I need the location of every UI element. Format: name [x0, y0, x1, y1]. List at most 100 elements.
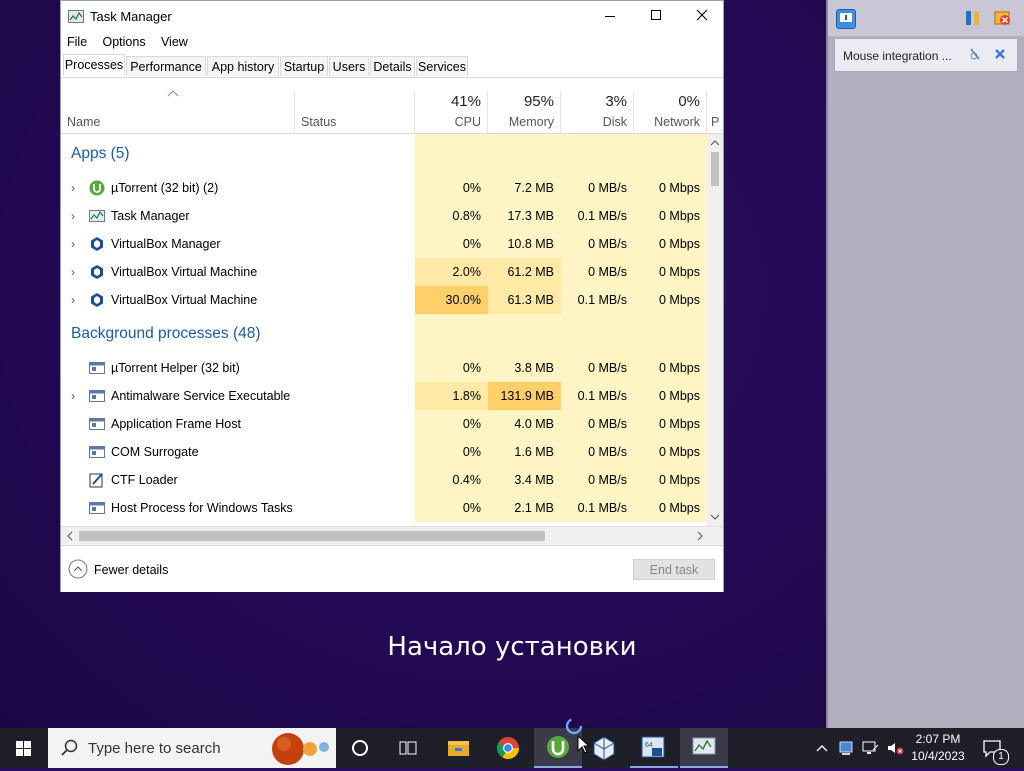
- table-row[interactable]: › Antimalware Service Executable 1.8% 131.9…: [61, 382, 707, 410]
- process-icon: [89, 388, 105, 404]
- fewer-details-link[interactable]: Fewer details: [94, 563, 168, 577]
- search-highlight-icon: [268, 730, 332, 769]
- start-button[interactable]: [0, 728, 48, 768]
- tab-users[interactable]: Users: [329, 56, 369, 76]
- process-network: 0 Mbps: [634, 410, 707, 438]
- table-row[interactable]: CTF Loader 0.4% 3.4 MB 0 MB/s 0 Mbps: [61, 466, 707, 494]
- taskbar: Type here to search 64 2:07 PM 10/4/2023: [0, 728, 1024, 768]
- table-row[interactable]: Application Frame Host 0% 4.0 MB 0 MB/s 0 Mb…: [61, 410, 707, 438]
- column-cpu[interactable]: 41% CPU: [415, 91, 488, 133]
- table-row[interactable]: › VirtualBox Manager 0% 10.8 MB 0 MB/s 0 Mbps: [61, 230, 707, 258]
- process-network: 0 Mbps: [634, 202, 707, 230]
- process-name: CTF Loader: [111, 473, 178, 487]
- expand-chevron-icon[interactable]: ›: [67, 258, 79, 286]
- process-cpu: 0%: [415, 354, 488, 382]
- process-memory: 61.2 MB: [488, 258, 561, 286]
- process-network: 0 Mbps: [634, 438, 707, 466]
- disk-total: 3%: [605, 93, 627, 110]
- network-total: 0%: [678, 93, 700, 110]
- expand-chevron-icon[interactable]: ›: [67, 202, 79, 230]
- process-disk: 0 MB/s: [561, 174, 634, 202]
- tab-startup[interactable]: Startup: [280, 56, 328, 76]
- process-network: 0 Mbps: [634, 382, 707, 410]
- cortana-button[interactable]: [336, 728, 384, 768]
- volume-muted-icon[interactable]: [886, 740, 904, 759]
- tab-app-history[interactable]: App history: [207, 56, 279, 76]
- process-disk: 0 MB/s: [561, 230, 634, 258]
- expand-chevron-icon[interactable]: ›: [67, 382, 79, 410]
- utorrent-icon: [89, 180, 105, 196]
- column-disk[interactable]: 3% Disk: [561, 91, 634, 133]
- table-row[interactable]: › VirtualBox Virtual Machine 2.0% 61.2 MB 0 …: [61, 258, 707, 286]
- menu-file[interactable]: File: [61, 32, 93, 52]
- column-memory[interactable]: 95% Memory: [488, 91, 561, 133]
- task-view-button[interactable]: [384, 728, 432, 768]
- column-network[interactable]: 0% Network: [634, 91, 707, 133]
- horizontal-scrollbar[interactable]: [61, 526, 723, 545]
- task-manager-icon: [89, 208, 105, 224]
- column-name[interactable]: Name: [61, 90, 295, 133]
- table-row[interactable]: Host Process for Windows Tasks 0% 2.1 MB 0.…: [61, 494, 707, 522]
- notification-center-icon[interactable]: [836, 9, 856, 29]
- vbox-close-all-icon[interactable]: [994, 9, 1012, 27]
- process-disk: 0 MB/s: [561, 258, 634, 286]
- process-cpu: 0%: [415, 494, 488, 522]
- table-row[interactable]: › µTorrent (32 bit) (2) 0% 7.2 MB 0 MB/s 0 Mb…: [61, 174, 707, 202]
- clock-time[interactable]: 2:07 PM: [906, 732, 970, 746]
- vertical-scrollbar[interactable]: [707, 134, 723, 526]
- vbox-vm-taskbar-button[interactable]: 64: [630, 728, 678, 768]
- table-row[interactable]: › VirtualBox Virtual Machine 30.0% 61.3 MB 0…: [61, 286, 707, 314]
- expand-chevron-icon[interactable]: ›: [67, 174, 79, 202]
- process-disk: 0 MB/s: [561, 438, 634, 466]
- table-row[interactable]: COM Surrogate 0% 1.6 MB 0 MB/s 0 Mbps: [61, 438, 707, 466]
- process-name: Task Manager: [111, 209, 190, 223]
- vbox-sort-icon[interactable]: [964, 9, 982, 27]
- process-network: 0 Mbps: [634, 354, 707, 382]
- tab-processes[interactable]: Processes: [63, 54, 125, 76]
- process-name: Host Process for Windows Tasks: [111, 501, 293, 515]
- process-cpu: 0%: [415, 438, 488, 466]
- menu-view[interactable]: View: [155, 32, 194, 52]
- table-row[interactable]: µTorrent Helper (32 bit) 0% 3.8 MB 0 MB/s 0 …: [61, 354, 707, 382]
- chrome-button[interactable]: [484, 728, 532, 768]
- group-header-cell: [634, 134, 707, 174]
- collapse-icon[interactable]: [68, 559, 88, 582]
- file-explorer-button[interactable]: [434, 728, 482, 768]
- maximize-button[interactable]: [633, 1, 679, 31]
- mouse-integration-notice[interactable]: Mouse integration ...: [834, 38, 1018, 72]
- task-manager-taskbar-button[interactable]: [680, 728, 728, 768]
- process-memory: 2.1 MB: [488, 494, 561, 522]
- process-disk: 0.1 MB/s: [561, 202, 634, 230]
- cpu-total: 41%: [450, 93, 481, 110]
- end-task-button[interactable]: End task: [633, 559, 715, 580]
- process-icon: [89, 444, 105, 460]
- mouse-integration-icon[interactable]: [969, 47, 983, 61]
- process-network: 0 Mbps: [634, 230, 707, 258]
- tray-overflow-icon[interactable]: [814, 740, 830, 759]
- expand-chevron-icon[interactable]: ›: [67, 286, 79, 314]
- process-cpu: 0%: [415, 174, 488, 202]
- vbox-tray-icon[interactable]: [838, 740, 854, 759]
- title-bar[interactable]: Task Manager: [61, 1, 723, 31]
- column-power[interactable]: P: [707, 91, 723, 133]
- table-row[interactable]: › Task Manager 0.8% 17.3 MB 0.1 MB/s 0 Mbps: [61, 202, 707, 230]
- expand-chevron-icon[interactable]: ›: [67, 230, 79, 258]
- ctf-loader-icon: [89, 472, 105, 488]
- group-header: Apps (5): [61, 134, 707, 174]
- process-network: 0 Mbps: [634, 286, 707, 314]
- search-box[interactable]: Type here to search: [48, 728, 336, 768]
- column-network-label: Network: [654, 115, 700, 129]
- tab-services[interactable]: Services: [416, 56, 468, 76]
- column-power-label: P: [711, 115, 720, 129]
- network-icon[interactable]: [862, 740, 880, 759]
- column-memory-label: Memory: [508, 115, 554, 129]
- column-status[interactable]: Status: [295, 91, 415, 133]
- tab-details[interactable]: Details: [370, 56, 415, 76]
- clock-date[interactable]: 10/4/2023: [906, 749, 970, 763]
- menu-options[interactable]: Options: [97, 32, 152, 52]
- tab-performance[interactable]: Performance: [126, 56, 206, 76]
- notice-close-icon[interactable]: [993, 47, 1007, 61]
- minimize-button[interactable]: [587, 1, 633, 31]
- process-name: Application Frame Host: [111, 417, 241, 431]
- close-button[interactable]: [679, 1, 725, 31]
